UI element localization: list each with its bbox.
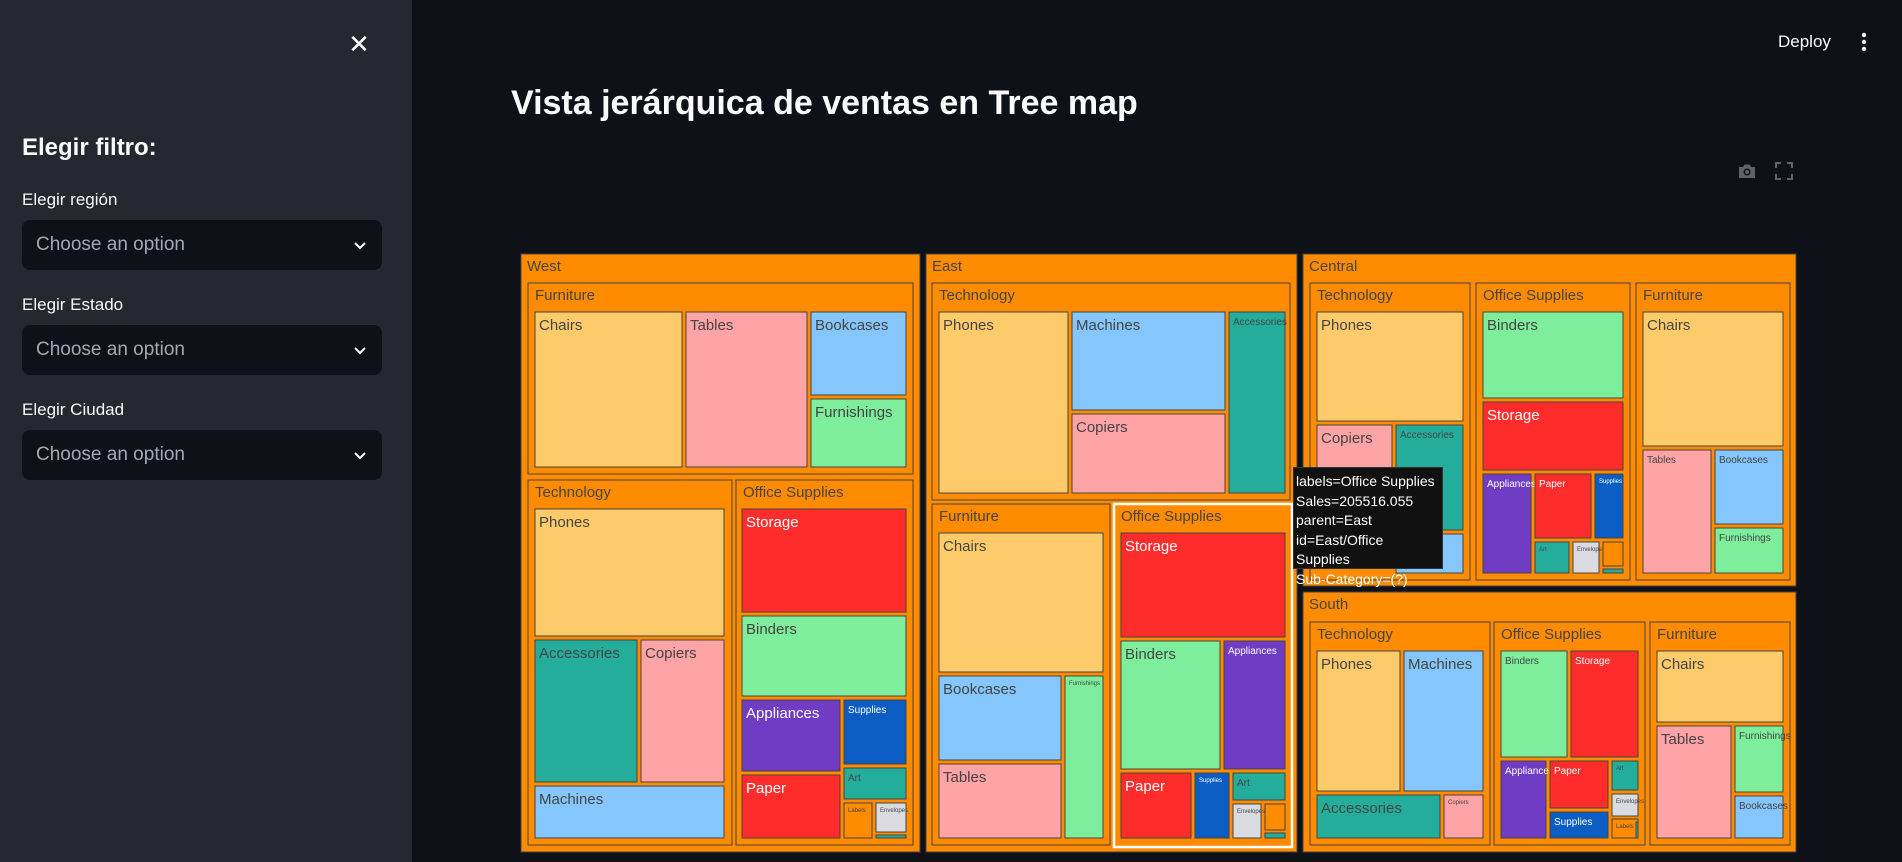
subcategory-tile-fasteners[interactable] <box>1635 821 1639 839</box>
subcategory-tile-accessories[interactable] <box>1228 311 1286 494</box>
sidebar: ✕ Elegir filtro: Elegir región Choose an… <box>0 0 412 862</box>
subcategory-tile-art[interactable] <box>1611 760 1639 791</box>
subcategory-tile-tables[interactable] <box>1656 725 1732 839</box>
sidebar-heading: Elegir filtro: <box>22 134 157 161</box>
subcategory-tile-appliances[interactable] <box>1223 640 1286 770</box>
tooltip-line: id=East/Office Supplies <box>1296 531 1384 568</box>
fullscreen-icon[interactable] <box>1775 162 1793 180</box>
state-filter-label: Elegir Estado <box>22 295 124 314</box>
subcategory-tile-copiers[interactable] <box>1071 413 1226 494</box>
subcategory-tile-tables[interactable] <box>685 311 808 468</box>
subcategory-tile-storage[interactable] <box>1482 401 1624 471</box>
subcategory-tile-chairs[interactable] <box>1642 311 1784 447</box>
region-filter-label: Elegir región <box>22 190 118 209</box>
subcategory-tile-envelopes[interactable] <box>1611 793 1639 817</box>
subcategory-tile-bookcases[interactable] <box>1734 795 1784 839</box>
subcategory-tile-envelopes[interactable] <box>1232 803 1262 839</box>
subcategory-tile-furnishings[interactable] <box>1064 675 1104 839</box>
subcategory-tile-bookcases[interactable] <box>938 675 1062 761</box>
chevron-down-icon <box>354 242 366 250</box>
subcategory-tile-labels[interactable] <box>1264 803 1286 831</box>
state-select[interactable]: Choose an option <box>22 325 382 375</box>
subcategory-tile-fasteners[interactable] <box>1602 568 1624 574</box>
region-south[interactable]: SouthTechnologyPhones MachinesAccessories… <box>1302 591 1797 853</box>
subcategory-tile-bookcases[interactable] <box>1714 449 1784 525</box>
subcategory-tile-chairs[interactable] <box>1656 650 1784 723</box>
subcategory-tile-storage[interactable] <box>1570 650 1639 758</box>
tooltip-line: Sales=205516.055 <box>1296 492 1414 509</box>
region-select[interactable]: Choose an option <box>22 220 382 270</box>
subcategory-tile-bookcases[interactable] <box>810 311 907 396</box>
subcategory-tile-binders[interactable] <box>1500 650 1568 758</box>
close-icon[interactable]: ✕ <box>345 30 373 58</box>
subcategory-tile-paper[interactable] <box>1120 772 1192 839</box>
city-select[interactable]: Choose an option <box>22 430 382 480</box>
subcategory-tile-phones[interactable] <box>1316 650 1401 792</box>
subcategory-tile-machines[interactable] <box>1071 311 1226 411</box>
chevron-down-icon <box>354 452 366 460</box>
subcategory-tile-appliances[interactable] <box>741 699 841 772</box>
city-filter-label: Elegir Ciudad <box>22 400 125 419</box>
subcategory-tile-phones[interactable] <box>534 508 725 637</box>
subcategory-tile-paper[interactable] <box>741 774 841 839</box>
subcategory-tile-supplies[interactable] <box>1194 772 1230 839</box>
subcategory-tile-phones[interactable] <box>938 311 1069 494</box>
subcategory-tile-tables[interactable] <box>938 763 1062 839</box>
subcategory-tile-labels[interactable] <box>1602 541 1624 567</box>
subcategory-tile-binders[interactable] <box>741 615 907 697</box>
hover-tooltip: labels=Office Supplies Sales=205516.055 … <box>1293 467 1443 587</box>
subcategory-tile-machines[interactable] <box>534 785 725 839</box>
chevron-down-icon <box>354 347 366 355</box>
subcategory-tile-chairs[interactable] <box>938 532 1104 673</box>
subcategory-tile-supplies[interactable] <box>843 699 907 765</box>
subcategory-tile-furnishings[interactable] <box>810 398 907 468</box>
subcategory-tile-phones[interactable] <box>1316 311 1464 422</box>
region-east[interactable]: EastTechnologyPhones Machines AccessoriesC… <box>925 253 1298 853</box>
subcategory-tile-envelopes[interactable] <box>1572 541 1600 574</box>
subcategory-tile-labels[interactable] <box>1611 818 1639 839</box>
subcategory-tile-binders[interactable] <box>1482 311 1624 399</box>
subcategory-tile-supplies[interactable] <box>1549 811 1609 839</box>
subcategory-tile-storage[interactable] <box>1120 532 1286 638</box>
subcategory-tile-paper[interactable] <box>1549 760 1609 809</box>
subcategory-tile-storage[interactable] <box>741 508 907 613</box>
subcategory-tile-furnishings[interactable] <box>1714 527 1784 574</box>
subcategory-tile-chairs[interactable] <box>534 311 683 468</box>
subcategory-tile-art[interactable] <box>1534 541 1570 574</box>
subcategory-tile-supplies[interactable] <box>1594 473 1624 539</box>
deploy-button[interactable]: Deploy <box>1778 32 1831 52</box>
subcategory-tile-envelopes[interactable] <box>875 802 907 833</box>
subcategory-tile-copiers[interactable] <box>1443 794 1484 839</box>
subcategory-tile-art[interactable] <box>843 767 907 800</box>
subcategory-tile-tables[interactable] <box>1642 449 1712 574</box>
subcategory-tile-labels[interactable] <box>843 802 873 839</box>
subcategory-tile-fasteners[interactable] <box>1264 832 1286 839</box>
subcategory-tile-copiers[interactable] <box>640 639 725 783</box>
subcategory-tile-furnishings[interactable] <box>1734 725 1784 793</box>
subcategory-tile-machines[interactable] <box>1403 650 1484 792</box>
region-select-placeholder: Choose an option <box>36 234 185 255</box>
tooltip-line: parent=East <box>1296 512 1372 528</box>
page-title: Vista jerárquica de ventas en Tree map <box>511 84 1138 122</box>
subcategory-tile-art[interactable] <box>1232 772 1286 801</box>
tooltip-line: labels=Office Supplies <box>1296 473 1435 489</box>
vertical-dots-icon[interactable] <box>1857 30 1871 54</box>
subcategory-tile-binders[interactable] <box>1120 640 1221 770</box>
state-select-placeholder: Choose an option <box>36 339 185 360</box>
subcategory-tile-appliances[interactable] <box>1500 760 1547 839</box>
subcategory-tile-appliances[interactable] <box>1482 473 1532 574</box>
camera-icon[interactable] <box>1737 161 1757 181</box>
subcategory-tile-accessories[interactable] <box>1316 794 1441 839</box>
tooltip-line: Sub-Category=(?) <box>1296 570 1408 587</box>
region-west[interactable]: WestFurnitureChairs Tables BookcasesFurnis… <box>520 253 921 853</box>
subcategory-tile-accessories[interactable] <box>534 639 638 783</box>
subcategory-tile-fasteners[interactable] <box>875 834 907 839</box>
subcategory-tile-paper[interactable] <box>1534 473 1592 539</box>
city-select-placeholder: Choose an option <box>36 444 185 465</box>
